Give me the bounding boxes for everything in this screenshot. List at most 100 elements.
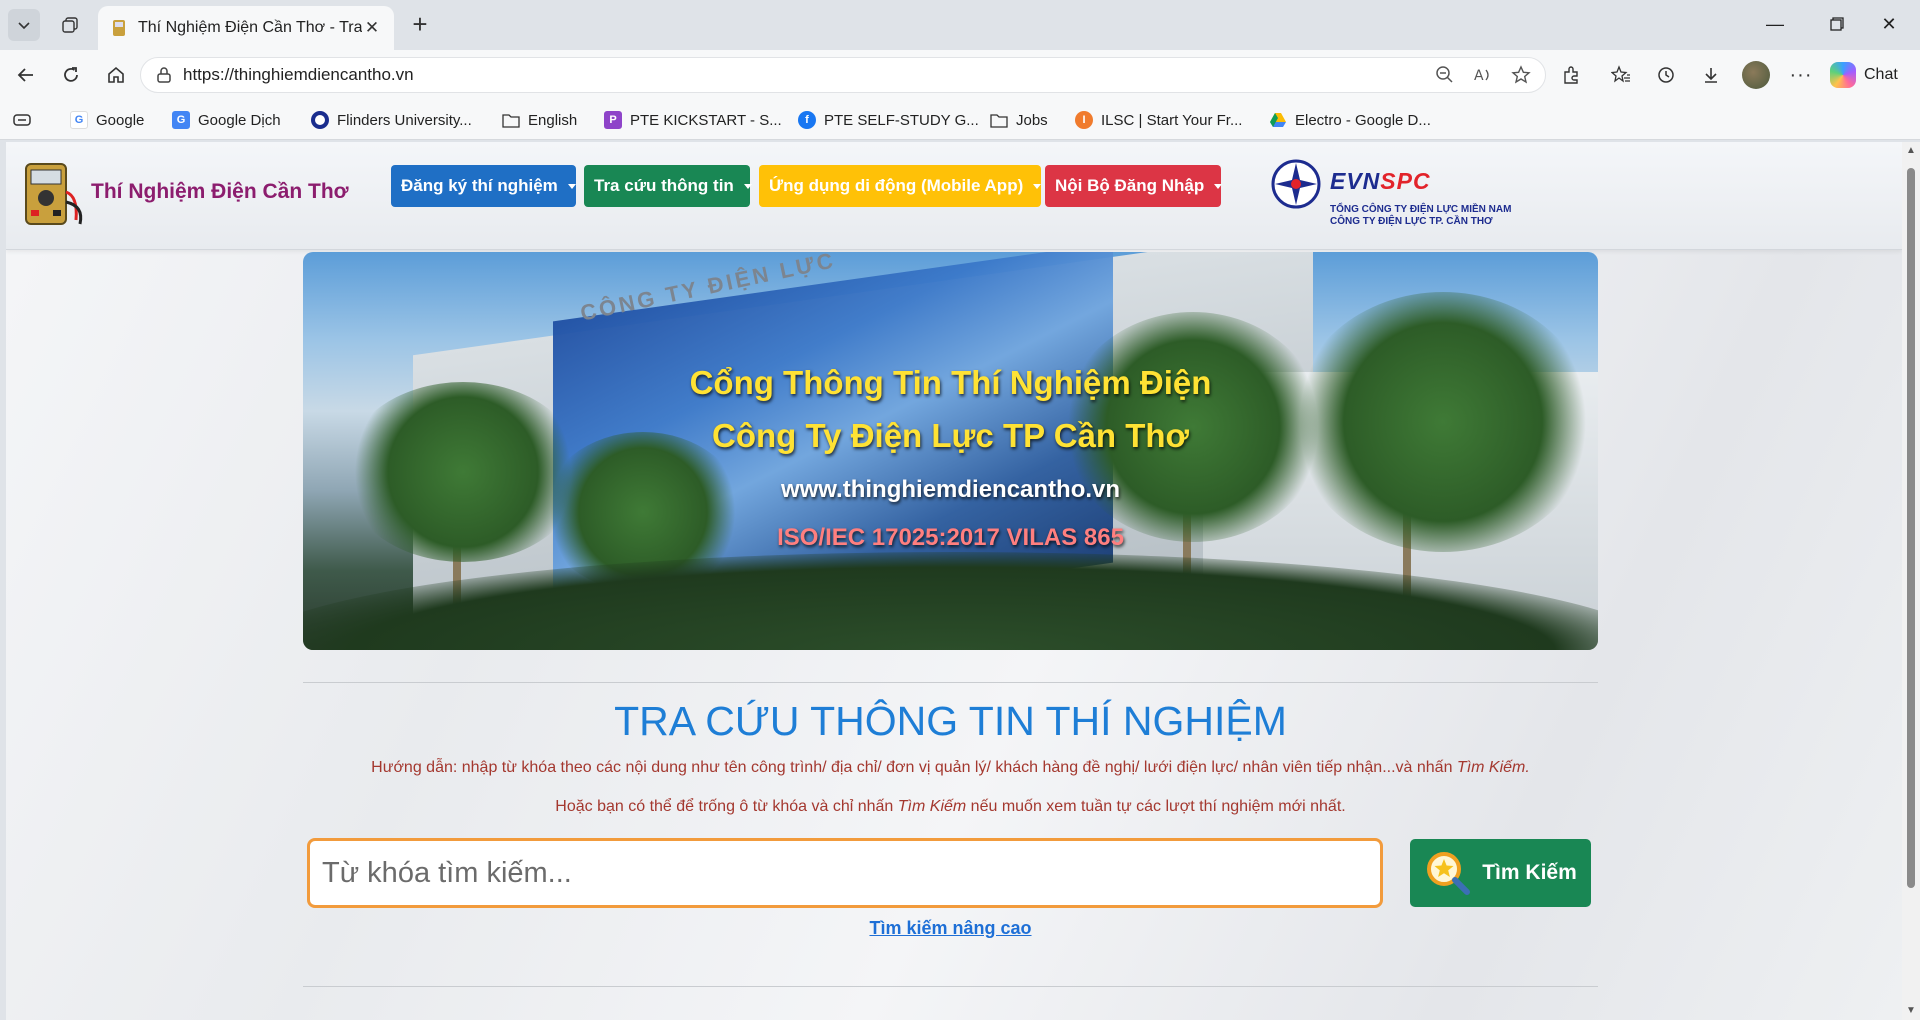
evn-brand-a: EVN — [1330, 168, 1381, 194]
workspaces-button[interactable] — [54, 9, 86, 41]
menu-label: Nội Bộ Đăng Nhập — [1055, 176, 1205, 195]
bookmark-google[interactable]: G Google — [70, 108, 144, 132]
back-arrow-icon — [17, 68, 33, 82]
site-header: Thí Nghiệm Điện Cần Thơ Đăng ký thí nghi… — [6, 142, 1902, 250]
menu-mobile-app-button[interactable]: Ứng dụng di động (Mobile App) — [759, 165, 1042, 207]
ilsc-icon: I — [1075, 111, 1093, 129]
multimeter-logo-icon[interactable] — [20, 162, 86, 228]
minimize-button[interactable]: — — [1744, 0, 1806, 48]
more-dots-icon: ··· — [1789, 63, 1813, 86]
evn-subtitle: TỔNG CÔNG TY ĐIỆN LỰC MIỀN NAM CÔNG TY Đ… — [1330, 204, 1511, 228]
reading-list-button[interactable] — [12, 108, 32, 132]
menu-dang-ky-button[interactable]: Đăng ký thí nghiệm — [391, 165, 576, 207]
active-tab[interactable]: Thí Nghiệm Điện Cần Thơ - Trang ✕ — [98, 6, 394, 50]
folder-icon — [502, 114, 520, 128]
evn-brand-b: SPC — [1380, 168, 1431, 194]
tab-title: Thí Nghiệm Điện Cần Thơ - Trang — [138, 19, 362, 36]
menu-noi-bo-button[interactable]: Nội Bộ Đăng Nhập — [1045, 165, 1223, 207]
evn-line-2: CÔNG TY ĐIỆN LỰC TP. CẦN THƠ — [1330, 216, 1493, 227]
history-button[interactable] — [1650, 59, 1682, 91]
back-button[interactable] — [10, 59, 42, 91]
dropdown-caret-icon — [1214, 183, 1223, 189]
magnifier-star-icon — [1427, 852, 1471, 895]
bookmark-label: Google Dịch — [198, 111, 281, 129]
scroll-down-icon[interactable]: ▼ — [1906, 1006, 1916, 1016]
search-button-label: Tìm Kiếm — [1482, 861, 1577, 884]
bookmark-google-dich[interactable]: G Google Dịch — [172, 108, 281, 132]
hint-text: nếu muốn xem tuần tự các lượt thí nghiệm… — [966, 798, 1346, 815]
advanced-search-label[interactable]: Tìm kiếm nâng cao — [869, 918, 1031, 938]
divider — [303, 682, 1598, 683]
facebook-icon: f — [798, 111, 816, 129]
dropdown-caret-icon — [1033, 183, 1042, 189]
chat-label: Chat — [1864, 66, 1898, 83]
bookmark-english[interactable]: English — [502, 108, 577, 132]
site-info-icon[interactable] — [155, 66, 173, 84]
multimeter-favicon-icon — [113, 20, 125, 36]
pte-icon: P — [604, 111, 622, 129]
bookmark-electro[interactable]: Electro - Google D... — [1269, 108, 1431, 132]
workspaces-icon — [62, 17, 78, 33]
collections-icon — [13, 114, 31, 126]
search-title: TRA CỨU THÔNG TIN THÍ NGHIỆM — [614, 698, 1287, 744]
settings-more-button[interactable]: ··· — [1785, 59, 1817, 91]
bookmark-pte-kickstart[interactable]: P PTE KICKSTART - S... — [604, 108, 782, 132]
search-input[interactable] — [307, 838, 1383, 908]
advanced-search-link[interactable]: Tìm kiếm nâng cao — [303, 918, 1598, 939]
menu-label: Tra cứu thông tin — [594, 176, 734, 195]
bookmark-label: PTE SELF-STUDY G... — [824, 111, 979, 129]
reload-button[interactable] — [55, 59, 87, 91]
evn-brand: EVNSPC — [1330, 168, 1431, 195]
bookmark-pte-self-study[interactable]: f PTE SELF-STUDY G... — [798, 108, 979, 132]
profile-avatar — [1742, 61, 1770, 89]
close-window-button[interactable]: ✕ — [1858, 0, 1920, 48]
dropdown-caret-icon — [567, 183, 576, 189]
hint-text: Hoặc bạn có thể để trống ô từ khóa và ch… — [555, 798, 898, 815]
bookmark-jobs[interactable]: Jobs — [990, 108, 1048, 132]
menu-label: Ứng dụng di động (Mobile App) — [769, 176, 1024, 195]
hint-text: Hướng dẫn: nhập từ khóa theo các nội dun… — [371, 759, 1457, 776]
copilot-chat-button[interactable]: Chat — [1830, 59, 1912, 91]
flinders-icon — [311, 111, 329, 129]
menu-label: Đăng ký thí nghiệm — [401, 176, 558, 195]
banner-website: www.thinghiemdiencantho.vn — [780, 476, 1121, 503]
zoom-out-icon[interactable] — [1435, 65, 1455, 85]
bookmark-label: Google — [96, 111, 145, 129]
scroll-up-icon[interactable]: ▲ — [1906, 146, 1916, 156]
evn-logo-icon — [1271, 159, 1321, 209]
bookmark-label: ILSC | Start Your Fr... — [1101, 111, 1243, 129]
bookmark-label: English — [528, 111, 578, 129]
address-bar: https://thinghiemdiencantho.vn A ··· Cha… — [0, 50, 1920, 100]
google-icon: G — [70, 111, 88, 129]
bookmark-ilsc[interactable]: I ILSC | Start Your Fr... — [1075, 108, 1242, 132]
svg-text:A: A — [1474, 68, 1484, 84]
home-button[interactable] — [100, 59, 132, 91]
tab-list-button[interactable] — [8, 9, 40, 41]
extensions-button[interactable] — [1555, 59, 1587, 91]
chevron-down-icon — [18, 22, 30, 30]
folder-icon — [990, 114, 1008, 128]
page-scrollbar[interactable]: ▲ ▼ — [1902, 142, 1920, 1020]
scrollbar-thumb[interactable] — [1907, 168, 1915, 888]
evn-line-1: TỔNG CÔNG TY ĐIỆN LỰC MIỀN NAM — [1330, 204, 1512, 215]
hint-emphasis: Tìm Kiếm. — [1456, 759, 1530, 776]
downloads-button[interactable] — [1695, 59, 1727, 91]
bookmark-label: Jobs — [1016, 111, 1048, 129]
menu-tra-cuu-button[interactable]: Tra cứu thông tin — [584, 165, 752, 207]
search-button[interactable]: Tìm Kiếm — [1410, 839, 1591, 907]
hint-emphasis: Tìm Kiếm — [897, 798, 967, 815]
bookmark-flinders[interactable]: Flinders University... — [311, 108, 472, 132]
tab-close-icon[interactable]: ✕ — [362, 18, 382, 38]
hero-banner: CÔNG TY ĐIỆN LỰC Cổng Thông Tin Thí Nghi… — [303, 252, 1598, 650]
profile-button[interactable] — [1740, 59, 1772, 91]
extensions-puzzle-icon — [1564, 66, 1578, 84]
site-name[interactable]: Thí Nghiệm Điện Cần Thơ — [91, 180, 349, 204]
bookmark-label: Flinders University... — [337, 111, 472, 129]
restore-icon — [1830, 17, 1844, 31]
favorites-button[interactable] — [1605, 59, 1637, 91]
read-aloud-icon[interactable]: A — [1473, 65, 1493, 85]
new-tab-button[interactable]: + — [404, 9, 436, 41]
favorite-star-icon[interactable] — [1511, 65, 1531, 85]
url-field[interactable]: https://thinghiemdiencantho.vn A — [140, 57, 1546, 93]
banner-line-2: Công Ty Điện Lực TP Cần Thơ — [712, 417, 1189, 454]
